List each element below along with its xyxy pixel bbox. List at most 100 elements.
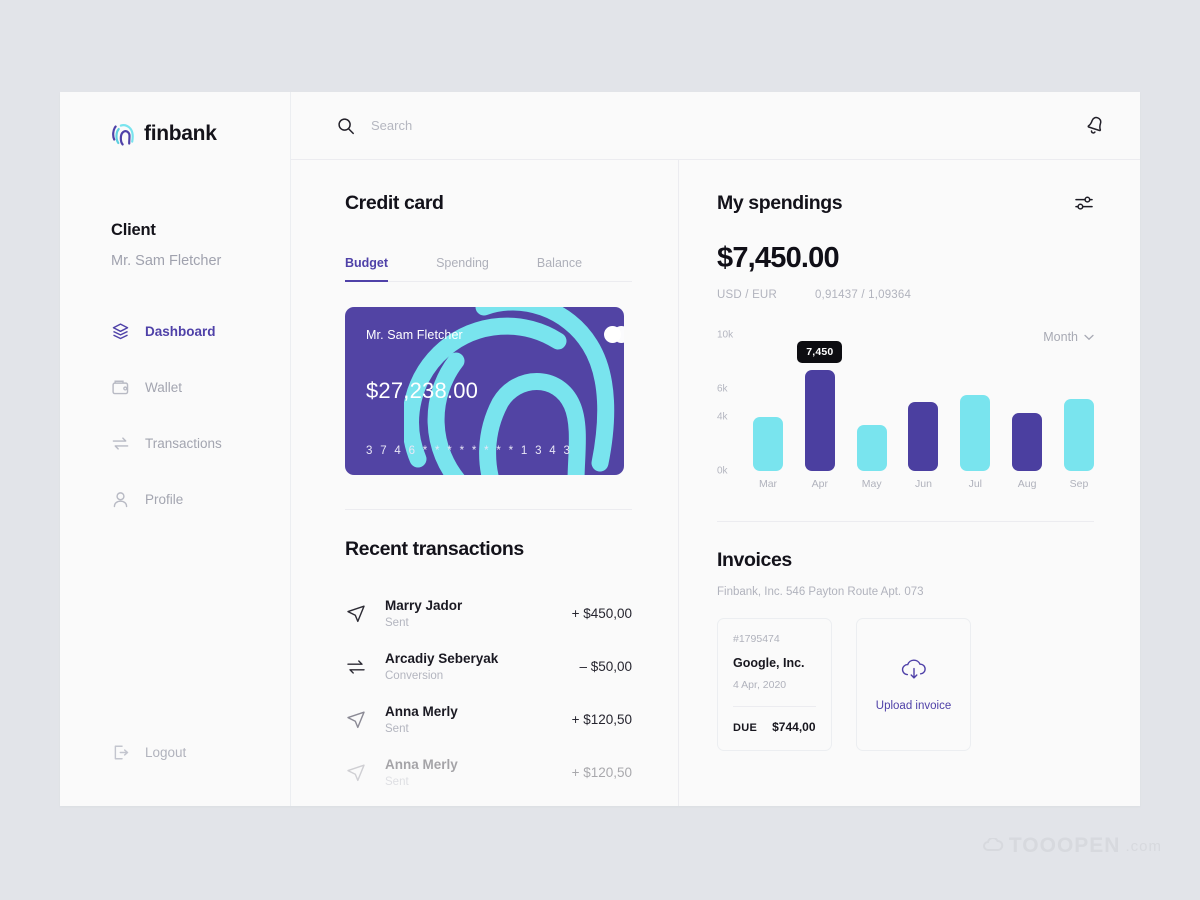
- transaction-name: Anna Merly: [385, 704, 458, 719]
- watermark-sub: .com: [1125, 837, 1162, 855]
- spendings-header: My spendings: [717, 192, 1094, 215]
- x-tick-label: Jun: [915, 478, 932, 490]
- sidebar: finbank Client Mr. Sam Fletcher Dashboar…: [60, 92, 291, 806]
- bar-column[interactable]: [753, 335, 783, 471]
- sidebar-item-transactions[interactable]: Transactions: [60, 427, 290, 460]
- send-icon: [347, 711, 365, 728]
- sidebar-item-profile[interactable]: Profile: [60, 483, 290, 516]
- tab-spending[interactable]: Spending: [436, 256, 489, 281]
- sidebar-item-wallet[interactable]: Wallet: [60, 371, 290, 404]
- x-tick-label: Aug: [1017, 478, 1037, 490]
- invoice-card[interactable]: #1795474 Google, Inc. 4 Apr, 2020 DUE $7…: [717, 618, 832, 751]
- search-input[interactable]: [371, 118, 671, 133]
- bar-column[interactable]: [908, 335, 939, 471]
- transaction-amount: + $120,50: [571, 712, 632, 727]
- credit-card-panel: Credit card Budget Spending Balance Mr. …: [291, 160, 679, 806]
- sidebar-item-label: Profile: [145, 492, 184, 507]
- client-block: Client Mr. Sam Fletcher: [60, 149, 290, 269]
- x-tick-label: Mar: [758, 478, 778, 490]
- card-holder-name: Mr. Sam Fletcher: [366, 328, 463, 342]
- tab-balance[interactable]: Balance: [537, 256, 582, 281]
- chart-bar[interactable]: [908, 401, 939, 471]
- chart-bar[interactable]: [1012, 412, 1043, 471]
- app-window: finbank Client Mr. Sam Fletcher Dashboar…: [60, 92, 1140, 806]
- invoice-number: #1795474: [733, 633, 780, 645]
- spendings-title: My spendings: [717, 192, 843, 214]
- invoice-due-amount: $744,00: [772, 720, 816, 734]
- chart-bar[interactable]: [960, 394, 991, 471]
- brand-name: finbank: [144, 122, 217, 145]
- upload-invoice-label: Upload invoice: [875, 699, 952, 712]
- currency-rates: USD / EUR 0,91437 / 1,09364: [717, 289, 1094, 301]
- y-tick-label: 6k: [717, 383, 728, 395]
- chart-plot-area: 7,450: [753, 335, 1094, 471]
- chart-bar[interactable]: [804, 369, 835, 471]
- chart-divider: [717, 521, 1094, 522]
- spendings-panel: My spendings $7,450.00 USD / EUR 0,91437…: [679, 160, 1140, 806]
- invoice-due-label: DUE: [733, 722, 758, 734]
- chart-bar[interactable]: [856, 425, 887, 471]
- transaction-type: Sent: [385, 776, 409, 788]
- search-icon[interactable]: [337, 117, 355, 135]
- bar-column[interactable]: 7,450: [797, 335, 843, 471]
- transaction-amount: + $450,00: [571, 606, 632, 621]
- spendings-total: $7,450.00: [717, 242, 840, 274]
- transactions-list: Marry Jador Sent + $450,00 Arcadiy Seber…: [345, 587, 632, 799]
- bar-value-tooltip: 7,450: [797, 340, 843, 363]
- tab-budget[interactable]: Budget: [345, 256, 389, 282]
- invoices-title: Invoices: [717, 549, 792, 571]
- table-row[interactable]: Anna Merly Sent + $120,50: [345, 693, 632, 746]
- invoice-due: DUE $744,00: [733, 720, 816, 734]
- invoice-separator: [733, 706, 816, 707]
- y-tick-label: 10k: [717, 329, 734, 341]
- bell-icon[interactable]: [1084, 114, 1106, 138]
- layers-icon: [112, 323, 129, 340]
- invoices-address: Finbank, Inc. 546 Payton Route Apt. 073: [717, 586, 924, 598]
- bar-column[interactable]: [1063, 335, 1094, 471]
- chart-bar[interactable]: [1063, 398, 1094, 471]
- logout-label: Logout: [145, 745, 187, 760]
- bar-column[interactable]: [960, 335, 991, 471]
- send-icon: [347, 764, 365, 781]
- topbar: [291, 92, 1140, 160]
- invoice-company: Google, Inc.: [733, 656, 805, 670]
- wallet-icon: [112, 380, 129, 395]
- exchange-icon: [112, 437, 129, 450]
- panels: Credit card Budget Spending Balance Mr. …: [291, 160, 1140, 806]
- transaction-name: Anna Merly: [385, 757, 458, 772]
- sidebar-item-label: Dashboard: [145, 324, 216, 339]
- card-number: 3 7 4 6 * * * * * * * * 1 3 4 3: [366, 445, 573, 457]
- sidebar-item-label: Transactions: [145, 436, 222, 451]
- table-row[interactable]: Marry Jador Sent + $450,00: [345, 587, 632, 640]
- logout-icon: [114, 745, 129, 760]
- spendings-bar-chart: Month 10k 6k 4k 0k 7,450 Mar Apr May Jun…: [717, 330, 1094, 495]
- table-row[interactable]: Anna Merly Sent + $120,50: [345, 746, 632, 799]
- search-bar[interactable]: [337, 117, 1084, 135]
- table-row[interactable]: Arcadiy Seberyak Conversion – $50,00: [345, 640, 632, 693]
- rate-pair-label: USD / EUR: [717, 289, 777, 301]
- screen: TOOOPEN .com finbank Client Mr. Sam Flet…: [0, 0, 1200, 900]
- card-balance: $27,238.00: [366, 378, 479, 403]
- bar-column[interactable]: [856, 335, 887, 471]
- sidebar-item-dashboard[interactable]: Dashboard: [60, 315, 290, 348]
- transaction-type: Sent: [385, 617, 409, 629]
- bar-column[interactable]: [1012, 335, 1043, 471]
- panel-divider: [345, 509, 632, 510]
- sliders-icon[interactable]: [1075, 195, 1094, 212]
- cloud-download-icon: [901, 658, 926, 679]
- chart-x-axis: Mar Apr May Jun Jul Aug Sep: [753, 478, 1094, 490]
- transaction-amount: + $120,50: [571, 765, 632, 780]
- sidebar-item-label: Wallet: [145, 380, 183, 395]
- x-tick-label: Sep: [1069, 478, 1089, 490]
- logout-button[interactable]: Logout: [60, 743, 186, 762]
- upload-invoice-button[interactable]: Upload invoice: [856, 618, 971, 751]
- client-name: Mr. Sam Fletcher: [111, 253, 222, 269]
- transactions-title: Recent transactions: [345, 538, 524, 560]
- cloud-logo-icon: [982, 838, 1004, 851]
- brand[interactable]: finbank: [60, 92, 290, 149]
- x-tick-label: May: [861, 478, 882, 490]
- credit-card[interactable]: Mr. Sam Fletcher $27,238.00 3 7 4 6 * * …: [345, 307, 624, 475]
- x-tick-label: Jul: [968, 478, 983, 490]
- chart-bar[interactable]: [753, 417, 783, 471]
- credit-card-title: Credit card: [345, 192, 444, 214]
